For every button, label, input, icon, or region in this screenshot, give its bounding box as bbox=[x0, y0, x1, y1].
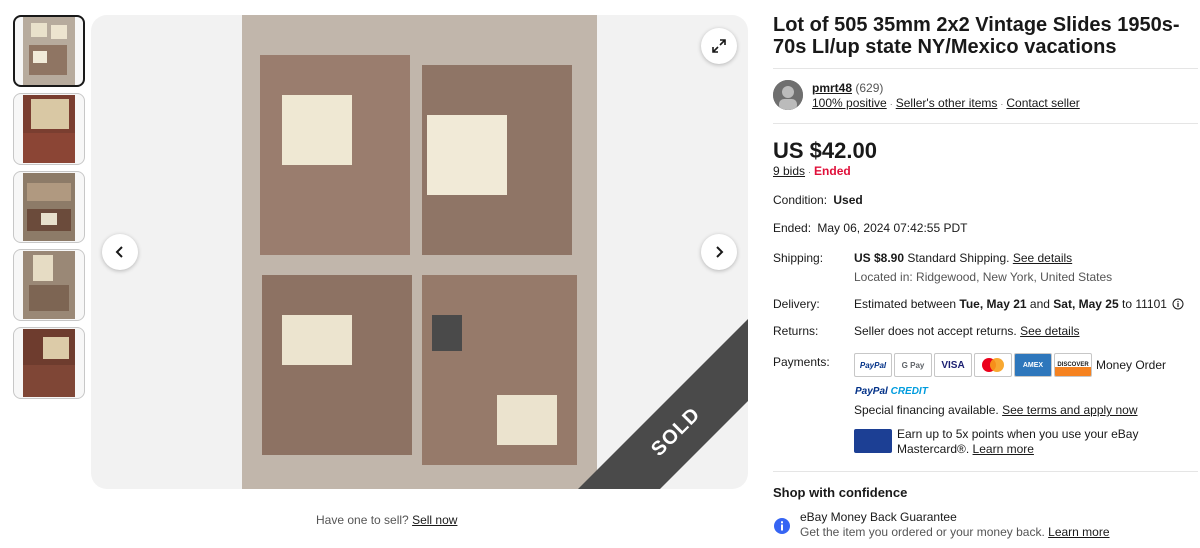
seller-name-link[interactable]: pmrt48 bbox=[812, 81, 852, 95]
shipping-label: Shipping: bbox=[773, 251, 824, 265]
guarantee-text: Get the item you ordered or your money b… bbox=[800, 525, 1045, 539]
thumbnail-2[interactable] bbox=[13, 93, 85, 165]
shop-confidence-heading: Shop with confidence bbox=[773, 485, 908, 500]
thumbnail-3[interactable] bbox=[13, 171, 85, 243]
sold-ribbon: SOLD bbox=[578, 319, 748, 489]
divider bbox=[773, 123, 1198, 124]
sold-label: SOLD bbox=[646, 402, 705, 461]
guarantee-title: eBay Money Back Guarantee bbox=[800, 510, 957, 524]
ebay-mastercard-icon bbox=[854, 429, 892, 453]
seller-avatar[interactable] bbox=[773, 80, 803, 110]
financing-link[interactable]: See terms and apply now bbox=[1002, 403, 1137, 417]
money-back-guarantee: eBay Money Back Guarantee Get the item y… bbox=[800, 510, 1110, 540]
seller-info: pmrt48 (629) 100% positive · Seller's othe… bbox=[773, 80, 1080, 112]
main-image-gallery: SOLD bbox=[91, 15, 748, 489]
main-product-image[interactable] bbox=[242, 15, 597, 489]
thumbnail-1[interactable] bbox=[13, 15, 85, 87]
paypal-credit-credit: CREDIT bbox=[890, 386, 928, 397]
delivery-to: to 11101 bbox=[1121, 297, 1167, 311]
thumbnail-5[interactable] bbox=[13, 327, 85, 399]
paypal-credit-logo: PayPal CREDIT bbox=[855, 386, 928, 397]
amex-icon: AMEX bbox=[1014, 353, 1052, 377]
guarantee-learn-more-link[interactable]: Learn more bbox=[1048, 525, 1109, 539]
returns-text: Seller does not accept returns. bbox=[854, 324, 1017, 338]
condition-label: Condition: bbox=[773, 193, 828, 207]
product-photo bbox=[242, 15, 597, 489]
bids-link[interactable]: 9 bids bbox=[773, 164, 805, 178]
condition-value: Used bbox=[833, 193, 863, 207]
sell-prompt: Have one to sell? Sell now bbox=[316, 513, 457, 527]
payments-label: Payments: bbox=[773, 355, 830, 369]
financing-row: Special financing available. See terms a… bbox=[854, 403, 1138, 417]
returns-details-link[interactable]: See details bbox=[1020, 324, 1079, 338]
shipping-details-link[interactable]: See details bbox=[1013, 251, 1072, 265]
mastercard-promo-line2: Mastercard®. bbox=[897, 442, 970, 456]
delivery-prefix: Estimated between bbox=[854, 297, 957, 311]
fullscreen-button[interactable] bbox=[701, 28, 737, 64]
discover-icon: DISCOVER bbox=[1054, 353, 1092, 377]
ended-label: Ended: bbox=[773, 221, 812, 235]
divider bbox=[773, 68, 1198, 69]
shipping-method: Standard Shipping bbox=[907, 251, 1007, 265]
price: US $42.00 bbox=[773, 138, 877, 163]
thumbnail-image bbox=[23, 95, 75, 163]
financing-text: Special financing available. bbox=[854, 403, 999, 417]
delivery-value: Estimated between Tue, May 21 and Sat, M… bbox=[854, 297, 1184, 311]
bid-status: 9 bids · Ended bbox=[773, 164, 851, 178]
expand-icon bbox=[712, 39, 726, 53]
paypal-icon: PayPal bbox=[854, 353, 892, 377]
shield-icon bbox=[774, 518, 790, 534]
ended-value: May 06, 2024 07:42:55 PDT bbox=[817, 221, 968, 235]
chevron-right-icon bbox=[716, 246, 724, 258]
returns-value: Seller does not accept returns. See deta… bbox=[854, 324, 1079, 338]
shipping-value: US $8.90 Standard Shipping. See details bbox=[854, 251, 1073, 265]
avatar-image bbox=[773, 80, 803, 110]
returns-label: Returns: bbox=[773, 324, 819, 338]
thumbnail-4[interactable] bbox=[13, 249, 85, 321]
mastercard-promo: Earn up to 5x points when you use your e… bbox=[897, 427, 1138, 457]
listing-title: Lot of 505 35mm 2x2 Vintage Slides 1950s… bbox=[773, 14, 1180, 58]
next-image-button[interactable] bbox=[701, 234, 737, 270]
ended-status: Ended bbox=[814, 164, 851, 178]
ended-row: Ended: May 06, 2024 07:42:55 PDT bbox=[773, 221, 967, 235]
thumbnail-image bbox=[23, 251, 75, 319]
contact-seller-link[interactable]: Contact seller bbox=[1006, 96, 1079, 110]
google-pay-icon: G Pay bbox=[894, 353, 932, 377]
previous-image-button[interactable] bbox=[102, 234, 138, 270]
seller-other-items-link[interactable]: Seller's other items bbox=[896, 96, 998, 110]
payment-methods: PayPal G Pay VISA AMEX DISCOVER Money Or… bbox=[854, 353, 1166, 377]
money-order-label: Money Order bbox=[1096, 358, 1167, 372]
mastercard-icon bbox=[974, 353, 1012, 377]
seller-feedback-count: (629) bbox=[855, 81, 884, 95]
divider bbox=[773, 471, 1198, 472]
seller-positive-link[interactable]: 100% positive bbox=[812, 96, 887, 110]
condition-row: Condition: Used bbox=[773, 193, 863, 207]
thumbnail-image bbox=[23, 329, 75, 397]
item-location: Located in: Ridgewood, New York, United … bbox=[854, 270, 1113, 284]
sell-now-link[interactable]: Sell now bbox=[412, 513, 457, 527]
delivery-label: Delivery: bbox=[773, 297, 820, 311]
thumbnail-strip bbox=[13, 15, 85, 405]
sell-prompt-text: Have one to sell? bbox=[316, 513, 409, 527]
info-icon[interactable] bbox=[1172, 298, 1184, 310]
thumbnail-image bbox=[23, 17, 75, 85]
delivery-start: Tue, May 21 bbox=[959, 297, 1027, 311]
shipping-cost: US $8.90 bbox=[854, 251, 905, 265]
delivery-end: Sat, May 25 bbox=[1053, 297, 1119, 311]
visa-icon: VISA bbox=[934, 353, 972, 377]
mastercard-logo bbox=[982, 358, 1004, 372]
thumbnail-image bbox=[23, 173, 75, 241]
mastercard-promo-line1: Earn up to 5x points when you use your e… bbox=[897, 427, 1139, 441]
paypal-credit-paypal: PayPal bbox=[855, 386, 888, 397]
mastercard-learn-more-link[interactable]: Learn more bbox=[973, 442, 1034, 456]
delivery-and: and bbox=[1029, 297, 1050, 311]
chevron-left-icon bbox=[115, 246, 123, 258]
